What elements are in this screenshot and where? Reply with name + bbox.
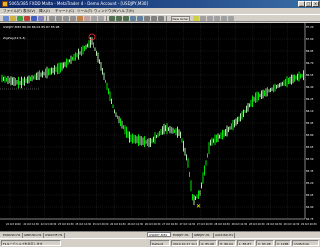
timeframe-m30-icon[interactable] — [221, 16, 227, 21]
text-icon[interactable] — [91, 16, 97, 21]
status-high: H: 86.04 — [218, 240, 236, 246]
horizontal-line-icon[interactable] — [63, 16, 69, 21]
status-volume: V: 1288 — [275, 240, 291, 246]
time-tick-label: 22 Oct 2010 — [6, 223, 21, 226]
time-tick-label: 25 Oct 12:30 — [75, 223, 91, 226]
price-tick-label: 85.20 — [306, 181, 314, 185]
price-tick-label: 84.90 — [306, 205, 314, 209]
price-chart[interactable]: 87.20 87.00 86.85 86.70 86.55 86.40 86.25 86.10… — [0, 23, 320, 231]
maximize-button[interactable]: □ — [305, 1, 312, 7]
chart-symbol-title: USDJPY,M30 86.00 86.04 85.87 85.98 — [3, 25, 60, 29]
chart-shift-icon[interactable] — [151, 16, 157, 21]
profiles-icon[interactable] — [10, 16, 16, 21]
market-watch-icon[interactable] — [17, 16, 23, 21]
label-icon[interactable] — [98, 16, 104, 21]
navigator-icon[interactable] — [31, 16, 37, 21]
bottom-marker: ✕ — [196, 203, 201, 210]
status-bar: F1キーでヘルプを表示します Default 2010.10.27 11:00 … — [0, 238, 320, 247]
window-title: 5065/385 FXDD Malta - MetaTrader 4 - Dem… — [9, 1, 148, 6]
terminal-icon[interactable] — [38, 16, 44, 21]
timeframe-m5-icon[interactable] — [207, 16, 213, 21]
time-tick-label: 27 Oct 20:30 — [197, 223, 213, 226]
new-order-button[interactable]: New Order — [171, 15, 190, 22]
time-tick-label: 26 Oct 04:30 — [110, 223, 126, 226]
time-tick-label: 29 Oct 20:30 — [301, 223, 317, 226]
toolbar: New Order — [0, 14, 320, 22]
time-tick-label: 26 Oct 20:30 — [145, 223, 161, 226]
price-tick-label: 85.65 — [306, 145, 314, 149]
time-tick-label: 27 Oct 04:30 — [162, 223, 178, 226]
time-tick-label: 28 Oct 04:30 — [214, 223, 230, 226]
candle-chart-icon[interactable] — [116, 16, 122, 21]
time-tick-label: 28 Oct 12:30 — [232, 223, 248, 226]
price-tick-label: 84.75 — [306, 217, 314, 221]
auto-scroll-icon[interactable] — [158, 16, 164, 21]
status-low: L: 85.87 — [237, 240, 255, 246]
minimize-button[interactable]: _ — [298, 1, 305, 7]
status-time: 2010.10.27 11:00 — [171, 240, 198, 246]
status-close: C: 85.98 — [256, 240, 274, 246]
zoom-out-icon[interactable] — [137, 16, 143, 21]
crosshair-icon[interactable] — [49, 16, 55, 21]
status-profile: Default — [150, 240, 170, 246]
price-tick-label: 86.85 — [306, 49, 314, 53]
price-tick-label: 85.50 — [306, 157, 314, 161]
price-tick-label: 87.00 — [306, 37, 314, 41]
expert-advisors-icon[interactable] — [193, 16, 199, 21]
price-tick-label: 85.05 — [306, 193, 314, 197]
app-icon — [2, 1, 8, 7]
trendline-icon[interactable] — [70, 16, 76, 21]
channel-icon[interactable] — [77, 16, 83, 21]
price-tick-label: 86.70 — [306, 61, 314, 65]
price-tick-label: 86.55 — [306, 73, 314, 77]
status-traffic: 1345/3 kb — [292, 240, 319, 246]
time-tick-label: 25 Oct 20:30 — [93, 223, 109, 226]
status-help: F1キーでヘルプを表示します — [1, 240, 61, 246]
price-tick-label: 86.25 — [306, 97, 314, 101]
timeframe-m1-icon[interactable] — [200, 16, 206, 21]
line-chart-icon[interactable] — [123, 16, 129, 21]
time-tick-label: 25 Oct 04:30 — [58, 223, 74, 226]
vertical-line-icon[interactable] — [56, 16, 62, 21]
data-window-icon[interactable] — [24, 16, 30, 21]
price-tick-label: 85.80 — [306, 133, 314, 137]
zoom-in-icon[interactable] — [130, 16, 136, 21]
fibonacci-icon[interactable] — [84, 16, 90, 21]
tile-windows-icon[interactable] — [144, 16, 150, 21]
timeframe-h1-icon[interactable] — [228, 16, 234, 21]
bar-chart-icon[interactable] — [109, 16, 115, 21]
chart-tabs: EURUSD,H1 GBPUSD,H1 USDCHF,H1 USDJPY,M30… — [0, 231, 320, 238]
title-bar: 5065/385 FXDD Malta - MetaTrader 4 - Dem… — [0, 0, 320, 8]
status-open: O: 85.98 — [199, 240, 217, 246]
new-chart-icon[interactable] — [3, 16, 9, 21]
time-tick-label: 29 Oct 04:30 — [266, 223, 282, 226]
time-tick-label: 22 Oct 12:30 — [23, 223, 39, 226]
chart-canvas: 87.20 87.00 86.85 86.70 86.55 86.40 86.25 86.10… — [0, 23, 317, 226]
close-button[interactable]: × — [312, 1, 319, 7]
price-tick-label: 87.20 — [306, 25, 314, 29]
time-tick-label: 26 Oct 12:30 — [127, 223, 143, 226]
price-tick-label: 85.95 — [306, 121, 314, 125]
time-tick-label: 22 Oct 20:30 — [41, 223, 57, 226]
price-tick-label: 85.35 — [306, 169, 314, 173]
time-tick-label: 28 Oct 20:30 — [249, 223, 265, 226]
price-tick-label: 86.40 — [306, 85, 314, 89]
time-tick-label: 29 Oct 12:30 — [284, 223, 300, 226]
tab-usdjpy[interactable]: USDJPY,M30 — [147, 232, 171, 237]
timeframe-m15-icon[interactable] — [214, 16, 220, 21]
price-tick-label: 86.10 — [306, 109, 314, 113]
time-tick-label: 27 Oct 12:30 — [180, 223, 196, 226]
indicator-label: ZigZag(12,5,3) — [3, 36, 26, 40]
